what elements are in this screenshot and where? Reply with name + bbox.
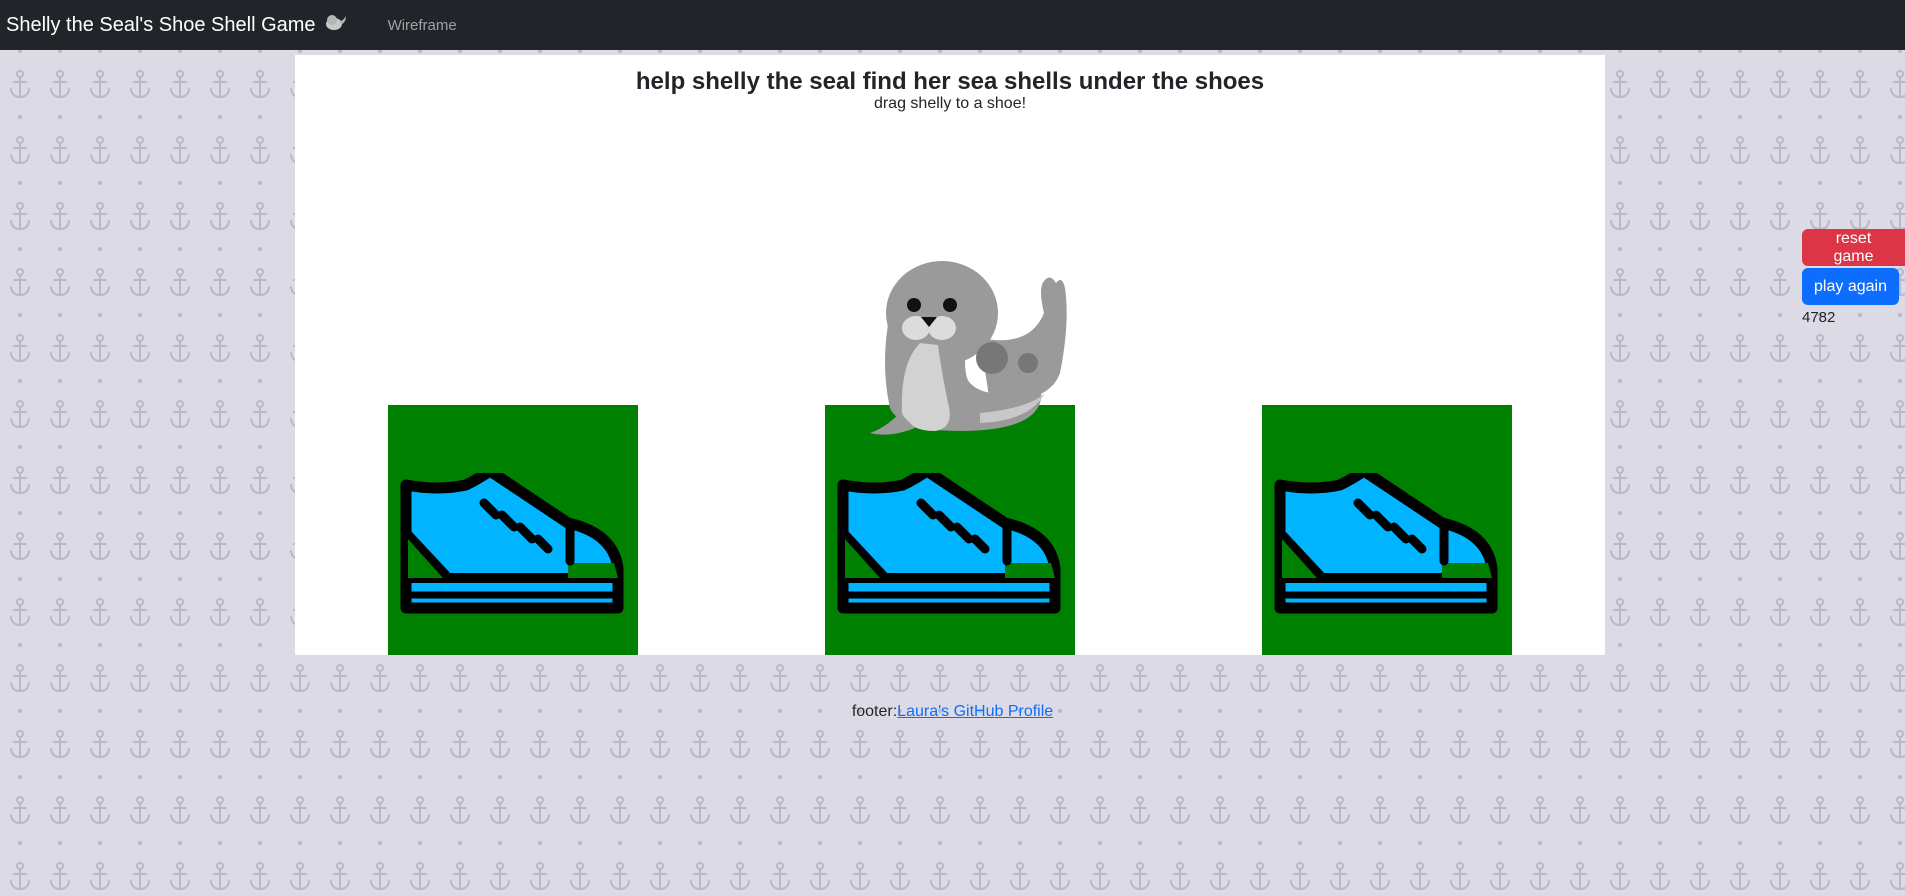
reset-game-button[interactable]: reset game	[1802, 229, 1905, 266]
game-title: help shelly the seal find her sea shells…	[635, 68, 1265, 95]
sneaker-icon	[837, 473, 1061, 614]
seal-icon	[870, 261, 1067, 435]
game-controls: reset game play again 4782	[1802, 229, 1905, 326]
seal-icon	[324, 13, 348, 37]
brand-title: Shelly the Seal's Shoe Shell Game	[6, 13, 316, 36]
play-again-button[interactable]: play again	[1802, 268, 1899, 305]
shoe-1[interactable]	[388, 405, 638, 655]
seal-draggable[interactable]	[830, 253, 1090, 448]
game-panel: help shelly the seal find her sea shells…	[295, 55, 1605, 655]
game-instruction: drag shelly to a shoe!	[873, 95, 1027, 112]
navbar: Shelly the Seal's Shoe Shell Game Wirefr…	[0, 0, 1905, 50]
sneaker-icon	[400, 473, 624, 614]
shoe-3[interactable]	[1262, 405, 1512, 655]
footer: footer:Laura's GitHub Profile	[0, 703, 1905, 721]
sneaker-icon	[1274, 473, 1498, 614]
nav-link-wireframe[interactable]: Wireframe	[388, 17, 457, 34]
footer-prefix: footer:	[851, 703, 898, 720]
brand[interactable]: Shelly the Seal's Shoe Shell Game	[6, 13, 348, 37]
score-counter: 4782	[1802, 309, 1836, 326]
github-profile-link[interactable]: Laura's GitHub Profile	[897, 703, 1053, 720]
